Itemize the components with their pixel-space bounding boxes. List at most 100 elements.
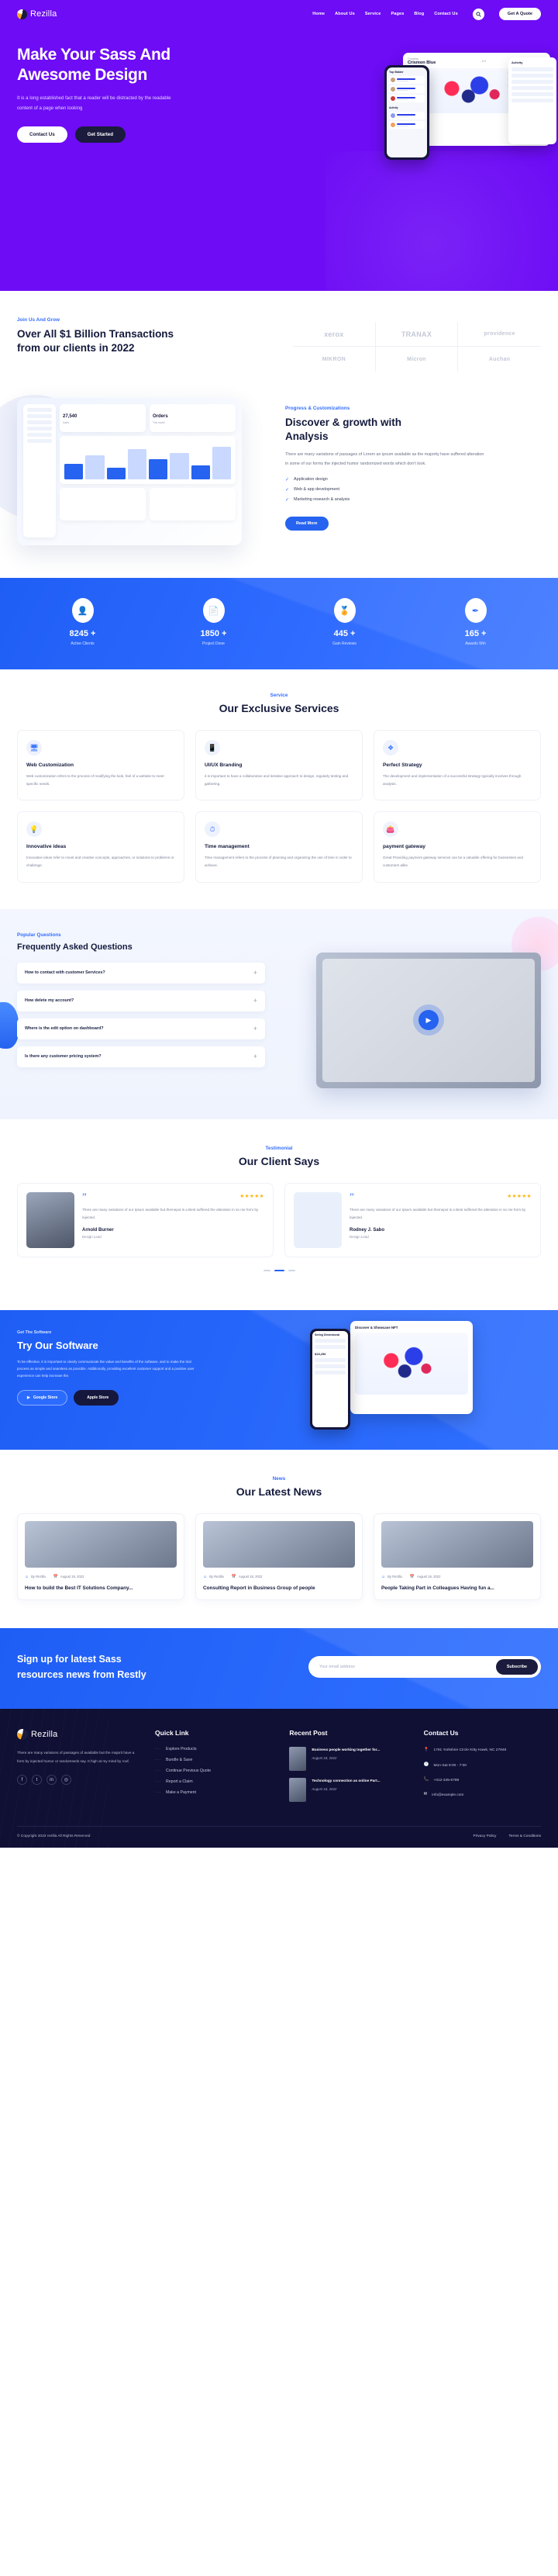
- contact-item[interactable]: 📞 +012-345-6789: [424, 1777, 541, 1784]
- faq-list-wrap: Popular Questions Frequently Asked Quest…: [17, 932, 265, 1088]
- news-title[interactable]: People Taking Part in Colleagues Having …: [381, 1585, 533, 1593]
- footer-brand[interactable]: Rezilla: [17, 1729, 138, 1741]
- service-card[interactable]: ⏱ Time management Time management refers…: [195, 811, 363, 883]
- service-card[interactable]: 👛 payment gateway Great Providing paymen…: [374, 811, 541, 883]
- nav-link-about-us[interactable]: About Us: [335, 12, 355, 16]
- faq-item[interactable]: Where is the edit option on dashboard? +: [17, 1018, 265, 1039]
- service-card[interactable]: 📱 UI/UX Branding it is important to have…: [195, 730, 363, 801]
- quick-link-item[interactable]: ··· Report a Claim: [155, 1779, 272, 1784]
- faq-question: How to contact with customer Services?: [25, 970, 105, 976]
- faq-item[interactable]: Is there any customer pricing system? +: [17, 1046, 265, 1067]
- twitter-icon[interactable]: t: [32, 1775, 42, 1786]
- calendar-icon: 📅: [231, 1574, 236, 1579]
- faq-question: Is there any customer pricing system?: [25, 1054, 102, 1060]
- news-date: 📅 August 18, 2022: [410, 1575, 441, 1579]
- search-icon[interactable]: [472, 8, 484, 20]
- service-card[interactable]: 💡 Innovative ideas Innovative ideas refe…: [17, 811, 184, 883]
- plus-icon[interactable]: +: [253, 997, 257, 1004]
- news-title[interactable]: Consulting Report in Business Group of p…: [203, 1585, 355, 1593]
- news-title[interactable]: How to build the Best IT Solutions Compa…: [25, 1585, 177, 1593]
- news-date-label: August 18, 2022: [60, 1575, 84, 1579]
- testimonial-role: Design Lead: [82, 1234, 102, 1239]
- plus-icon[interactable]: +: [253, 1025, 257, 1032]
- service-card[interactable]: 🖥 Web Customization Web customization re…: [17, 730, 184, 801]
- get-started-button[interactable]: Get Started: [74, 126, 126, 143]
- service-card[interactable]: ❖ Perfect Strategy The development and i…: [374, 730, 541, 801]
- faq-video-thumbnail[interactable]: ▶: [316, 952, 541, 1088]
- check-icon: ✓: [285, 477, 290, 482]
- quick-link-item[interactable]: ··· Bundle & Save: [155, 1758, 272, 1762]
- privacy-policy-link[interactable]: Privacy Policy: [474, 1834, 497, 1838]
- news-author: ☺ By Rezilla: [25, 1575, 46, 1579]
- news-date: 📅 August 18, 2022: [53, 1575, 84, 1579]
- contact-hours: Mon-Sat 9:00 - 7:00: [433, 1763, 467, 1768]
- discover-paragraph: There are many variations of passages of…: [285, 452, 484, 467]
- clock-icon: 🕐: [423, 1762, 429, 1768]
- google-store-button[interactable]: ▶ Google Store: [17, 1389, 68, 1406]
- linkedin-icon[interactable]: in: [46, 1775, 57, 1786]
- quote-icon: ”: [350, 1190, 354, 1202]
- nav-link-blog[interactable]: Blog: [414, 12, 424, 16]
- nav-link-pages[interactable]: Pages: [391, 12, 404, 16]
- footer-contact-column: Contact Us 📍 1791 Yorkshire Circle Kitty…: [424, 1729, 541, 1809]
- instagram-icon[interactable]: ◎: [61, 1775, 71, 1786]
- brand-logo[interactable]: Rezilla: [17, 9, 57, 19]
- news-eyebrow: News: [272, 1475, 286, 1482]
- email-input[interactable]: [319, 1665, 496, 1670]
- news-card[interactable]: ☺ By Rezilla 📅 August 18, 2022 People Ta…: [374, 1513, 541, 1601]
- quick-link-item[interactable]: ··· Explore Products: [155, 1747, 272, 1751]
- testimonial-name: Arnold Burner: [82, 1227, 114, 1233]
- read-more-button[interactable]: Read More: [285, 516, 329, 531]
- carousel-dot-active[interactable]: [274, 1269, 284, 1271]
- faq-item[interactable]: How delete my account? +: [17, 990, 265, 1011]
- feature-item: ✓ Marketing research & analysis: [285, 497, 541, 503]
- quick-link-item[interactable]: ··· Make a Payment: [155, 1790, 272, 1795]
- plus-icon[interactable]: +: [253, 1053, 257, 1060]
- news-card[interactable]: ☺ By Rezilla 📅 August 18, 2022 Consultin…: [195, 1513, 363, 1601]
- dashboard-bar-chart: [60, 436, 236, 484]
- clock-icon: ⏱: [205, 821, 220, 838]
- hero-copy: Make Your Sass And Awesome Design It is …: [17, 34, 250, 143]
- service-title: Time management: [205, 844, 250, 850]
- news-thumbnail: [25, 1520, 177, 1568]
- contact-us-button[interactable]: Contact Us: [17, 126, 67, 143]
- news-card[interactable]: ☺ By Rezilla 📅 August 18, 2022 How to bu…: [17, 1513, 184, 1601]
- quick-link-item[interactable]: ··· Continue Previous Quote: [155, 1769, 272, 1773]
- post-date: August 18, 2022: [312, 1787, 337, 1792]
- hero-activity-title: Activity: [512, 61, 523, 64]
- get-a-quote-button[interactable]: Get A Quote: [498, 8, 541, 20]
- faq-question: How delete my account?: [25, 998, 74, 1004]
- footer-about-column: Rezilla There are many variatons of pass…: [17, 1729, 138, 1809]
- nav-link-home[interactable]: Home: [312, 12, 325, 16]
- carousel-dot[interactable]: [263, 1269, 270, 1271]
- terms-conditions-link[interactable]: Terms & Conditions: [508, 1834, 541, 1838]
- bullet-icon: ···: [155, 1758, 162, 1763]
- nav-link-service[interactable]: Service: [365, 12, 381, 16]
- hero-activity-row: [512, 74, 553, 78]
- apple-store-button[interactable]: Apple Store: [74, 1389, 119, 1406]
- subscribe-button[interactable]: Subscribe: [495, 1659, 538, 1675]
- plus-icon[interactable]: +: [253, 969, 257, 977]
- recent-post-item[interactable]: Technology connection as online Part... …: [289, 1778, 406, 1803]
- rating-stars: ★★★★★: [507, 1194, 532, 1200]
- hero-activity-row: [512, 80, 553, 84]
- phone-icon: 📞: [423, 1777, 429, 1782]
- monitor-code-icon: 🖥: [26, 740, 42, 756]
- rezilla-logo-icon: [17, 1729, 28, 1741]
- dashboard-card-title: Orders: [153, 414, 168, 419]
- newsletter-heading: Sign up for latest Sass resources news f…: [17, 1651, 234, 1682]
- recent-post-item[interactable]: Business people working together for... …: [289, 1747, 406, 1772]
- stat-item: 📄 1850 + Project Done: [167, 598, 260, 646]
- carousel-dot[interactable]: [288, 1269, 295, 1271]
- news-author: ☺ By Rezilla: [381, 1575, 402, 1579]
- page-root: Rezilla Home About Us Service Pages Blog…: [0, 0, 558, 1848]
- nav-link-contact-us[interactable]: Contact Us: [434, 12, 458, 16]
- avatar: [391, 78, 395, 82]
- wallet-icon: 👛: [383, 821, 398, 838]
- facebook-icon[interactable]: f: [17, 1775, 27, 1786]
- play-icon[interactable]: ▶: [418, 1010, 439, 1031]
- contact-item[interactable]: ✉ info@example.com: [424, 1792, 541, 1799]
- site-footer: Rezilla There are many variatons of pass…: [0, 1709, 558, 1848]
- hero-phone-title: Top Bidder: [389, 71, 404, 74]
- faq-item[interactable]: How to contact with customer Services? +: [17, 962, 265, 984]
